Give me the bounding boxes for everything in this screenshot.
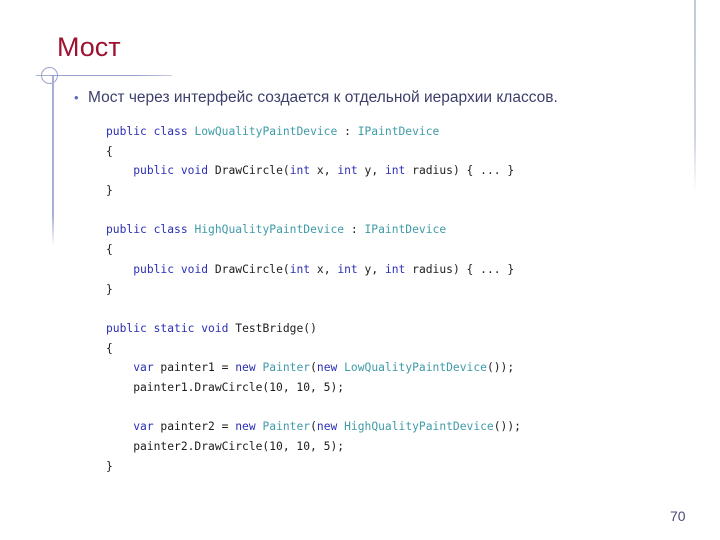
code-token-type: LowQualityPaintDevice	[344, 361, 487, 375]
code-line	[106, 299, 521, 319]
code-token-pln	[106, 263, 133, 276]
code-token-kw: new	[316, 420, 338, 434]
code-line: {	[106, 240, 521, 260]
code-token-kw: static	[153, 321, 195, 335]
code-token-pln	[147, 322, 154, 335]
code-token-kw: class	[153, 223, 188, 237]
code-token-pln	[147, 125, 154, 138]
code-token-pln	[174, 164, 181, 177]
code-token-kw: new	[235, 361, 256, 375]
code-token-pln: DrawCircle(	[208, 164, 290, 178]
code-token-type: IPaintDevice	[357, 125, 440, 138]
code-token-pln: ());	[486, 361, 515, 375]
code-token-pln: x,	[310, 262, 338, 276]
code-line: }	[106, 280, 521, 300]
code-token-pln: (	[310, 361, 317, 375]
code-token-type: LowQualityPaintDevice	[194, 125, 338, 138]
code-token-pln: }	[106, 184, 113, 198]
code-token-type: Painter	[262, 420, 311, 434]
code-token-pln	[106, 361, 133, 374]
code-token-pln	[106, 401, 113, 414]
code-token-kw: void	[180, 164, 209, 178]
code-line: public class LowQualityPaintDevice : IPa…	[106, 122, 521, 142]
code-token-pln: }	[106, 459, 113, 473]
code-token-pln: x,	[310, 164, 338, 178]
code-token-kw: new	[235, 420, 256, 434]
code-token-pln: painter2 =	[153, 420, 236, 434]
code-token-kw: public	[106, 223, 147, 237]
bullet-item: • Мост через интерфейс создается к отдел…	[72, 88, 672, 108]
code-token-kw: var	[133, 361, 154, 375]
decorative-right-vertical-line	[694, 0, 696, 192]
code-token-type: IPaintDevice	[364, 223, 447, 237]
code-token-kw: int	[384, 164, 406, 178]
page-number: 70	[670, 508, 686, 524]
code-line	[106, 201, 521, 221]
code-token-pln	[106, 420, 133, 433]
code-token-kw: public	[106, 321, 147, 335]
code-token-type: HighQualityPaintDevice	[344, 420, 494, 434]
code-line: painter2.DrawCircle(10, 10, 5);	[106, 437, 521, 457]
code-token-pln: radius) { ... }	[405, 262, 515, 276]
code-token-pln	[106, 204, 113, 217]
code-token-kw: int	[289, 262, 311, 276]
code-token-pln: ());	[493, 420, 521, 434]
code-token-pln: radius) { ... }	[405, 164, 515, 178]
code-token-pln: :	[344, 223, 365, 237]
code-token-pln: {	[106, 144, 113, 158]
code-token-kw: void	[201, 321, 229, 335]
code-token-pln: {	[106, 341, 113, 355]
code-token-pln: :	[337, 125, 358, 138]
code-token-pln: painter1.DrawCircle(10, 10, 5);	[106, 380, 345, 394]
code-line: var painter2 = new Painter(new HighQuali…	[106, 417, 521, 437]
code-token-type: HighQualityPaintDevice	[194, 223, 345, 237]
code-token-pln: painter1 =	[153, 361, 236, 375]
bullet-marker-icon: •	[74, 90, 79, 105]
title-underline-rule	[50, 75, 172, 76]
code-token-pln: }	[106, 282, 113, 296]
code-token-kw: public	[133, 262, 175, 276]
code-token-pln	[174, 263, 181, 276]
decorative-left-vertical-line	[52, 76, 54, 246]
code-token-kw: int	[337, 262, 358, 276]
code-token-pln: DrawCircle(	[208, 262, 290, 276]
slide-canvas: Мост • Мост через интерфейс создается к …	[0, 0, 720, 540]
code-token-pln	[106, 302, 113, 315]
code-token-pln: TestBridge()	[228, 321, 317, 335]
code-token-kw: public	[133, 164, 175, 178]
code-token-kw: void	[180, 262, 209, 276]
code-token-pln	[106, 164, 133, 177]
code-line: public void DrawCircle(int x, int y, int…	[106, 161, 521, 181]
code-token-pln: painter2.DrawCircle(10, 10, 5);	[106, 440, 345, 453]
bullet-item-label: Мост через интерфейс создается к отдельн…	[88, 89, 558, 106]
code-line	[106, 398, 521, 418]
code-token-kw: int	[384, 262, 406, 276]
code-token-pln: y,	[357, 262, 385, 276]
code-token-kw: var	[133, 420, 154, 434]
code-token-kw: class	[153, 125, 188, 138]
code-line: public class HighQualityPaintDevice : IP…	[106, 220, 521, 240]
code-token-pln	[147, 223, 154, 236]
code-token-kw: public	[106, 125, 147, 138]
decorative-circle	[41, 67, 58, 84]
code-token-pln: {	[106, 243, 113, 257]
code-token-kw: int	[337, 164, 358, 178]
code-line: }	[106, 181, 521, 201]
page-title: Мост	[57, 32, 121, 62]
code-line: painter1.DrawCircle(10, 10, 5);	[106, 378, 521, 398]
code-line: }	[106, 457, 521, 477]
code-token-pln: (	[310, 420, 317, 434]
code-line: {	[106, 142, 521, 162]
code-listing: public class LowQualityPaintDevice : IPa…	[106, 122, 521, 476]
code-line: public static void TestBridge()	[106, 319, 521, 339]
code-token-pln: y,	[357, 164, 385, 178]
code-line: var painter1 = new Painter(new LowQualit…	[106, 358, 521, 378]
code-line: {	[106, 339, 521, 359]
code-line: public void DrawCircle(int x, int y, int…	[106, 260, 521, 280]
code-token-type: Painter	[262, 361, 311, 375]
code-token-kw: new	[316, 361, 338, 375]
code-token-kw: int	[289, 164, 311, 178]
